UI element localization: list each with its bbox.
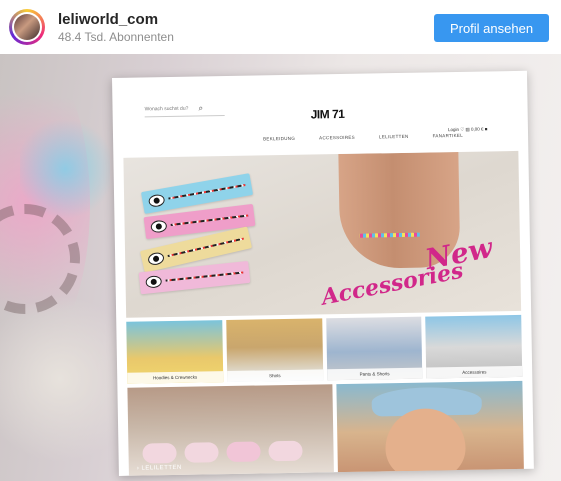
category-label: Hoodies & Crewnecks [127, 371, 224, 384]
avatar-ring [12, 12, 42, 42]
website-screenshot: Wonach suchst du? ⌕ JIM 71 Login ♡ ▤ 0,0… [112, 70, 534, 476]
leliletten-label: › LELILETTEN [136, 464, 182, 472]
eye-icon [147, 193, 166, 208]
avatar-photo [14, 14, 40, 40]
eye-icon [150, 219, 168, 234]
leliletten-label-text: LELILETTEN [141, 464, 182, 472]
bracelet [167, 237, 244, 258]
post-image[interactable]: Wonach suchst du? ⌕ JIM 71 Login ♡ ▤ 0,0… [0, 54, 561, 481]
category-label: Pants & Shorts [326, 367, 423, 381]
eye-icon [146, 251, 166, 267]
category-tile: Accessoires [425, 314, 523, 379]
search-icon: ⌕ [198, 103, 204, 113]
bracelet [168, 184, 246, 200]
site-search-input: Wonach suchst du? [144, 105, 225, 118]
site-logo: JIM 71 [310, 106, 345, 122]
cap-promo [336, 380, 524, 473]
category-label: Shirts [226, 369, 323, 383]
leliletten-promo: › LELILETTEN [127, 384, 334, 476]
follower-count: 48.4 Tsd. Abonnenten [58, 30, 174, 44]
eye-icon [145, 275, 163, 289]
category-tile: Hoodies & Crewnecks [126, 320, 224, 384]
post-header: leliworld_com 48.4 Tsd. Abonnenten Profi… [0, 0, 561, 54]
category-tile: Shirts [225, 318, 323, 383]
category-grid: Hoodies & Crewnecks Shirts Pants & Short… [126, 314, 523, 384]
category-label: Accessoires [426, 365, 523, 379]
slipper [268, 440, 303, 462]
nav-item-bekleidung: BEKLEIDUNG [263, 135, 296, 142]
slipper [226, 441, 261, 463]
profile-avatar[interactable] [9, 9, 45, 45]
category-tile: Pants & Shorts [325, 316, 423, 381]
nav-item-fanartikel: FANARTIKEL [432, 132, 464, 139]
slipper [142, 442, 177, 464]
bottom-promos: › LELILETTEN [127, 380, 524, 476]
view-profile-button[interactable]: Profil ansehen [434, 14, 549, 42]
model-face [384, 407, 466, 473]
bracelet [170, 214, 249, 227]
site-nav: BEKLEIDUNG ACCESSOIRES LELILETTEN FANART… [263, 133, 463, 146]
hero-banner: New Accessories [123, 150, 522, 318]
bracelet [165, 271, 244, 282]
slipper [184, 442, 219, 463]
nav-item-leliletten: LELILETTEN [378, 133, 409, 140]
username[interactable]: leliworld_com [58, 11, 158, 28]
nav-item-accessoires: ACCESSOIRES [319, 134, 356, 141]
